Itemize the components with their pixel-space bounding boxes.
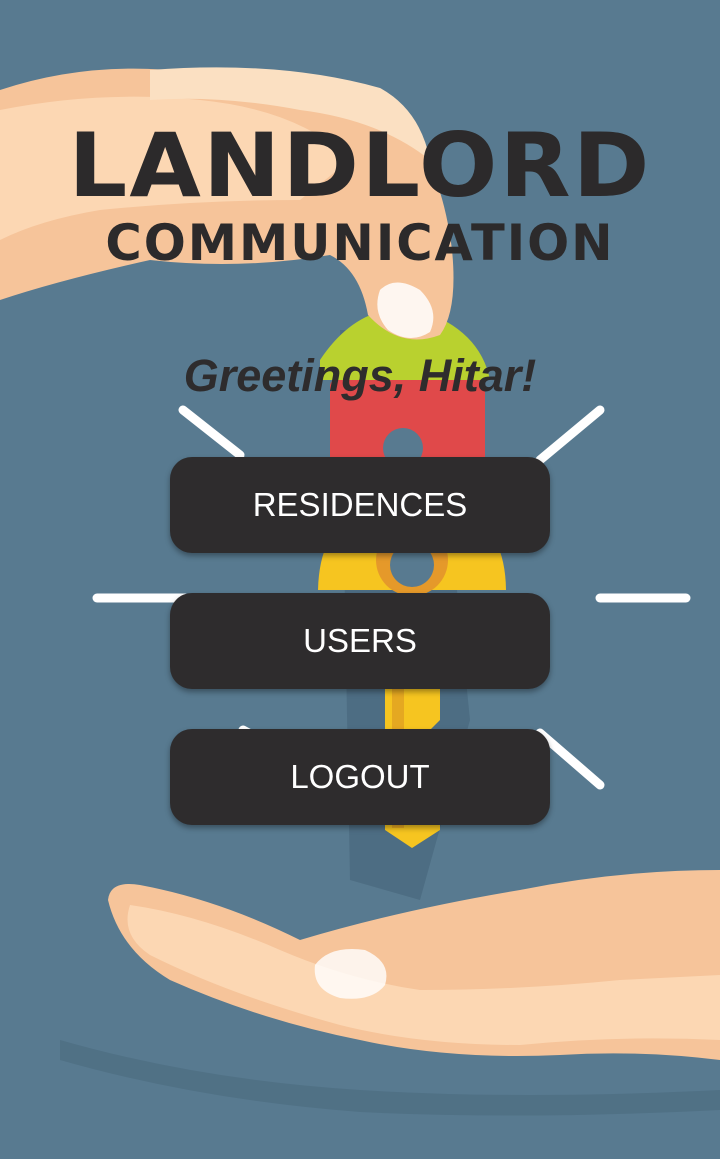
logo-subtitle: COMMUNICATION xyxy=(105,214,615,272)
app-logo: LANDLORD COMMUNICATION xyxy=(0,114,720,273)
greeting-text: Greetings, Hitar! xyxy=(183,350,537,401)
home-screen: LANDLORD COMMUNICATION Greetings, Hitar!… xyxy=(0,0,720,1159)
residences-button[interactable]: RESIDENCES xyxy=(170,457,550,553)
logout-button[interactable]: LOGOUT xyxy=(170,729,550,825)
logo-title: LANDLORD xyxy=(68,114,652,217)
users-button[interactable]: USERS xyxy=(170,593,550,689)
